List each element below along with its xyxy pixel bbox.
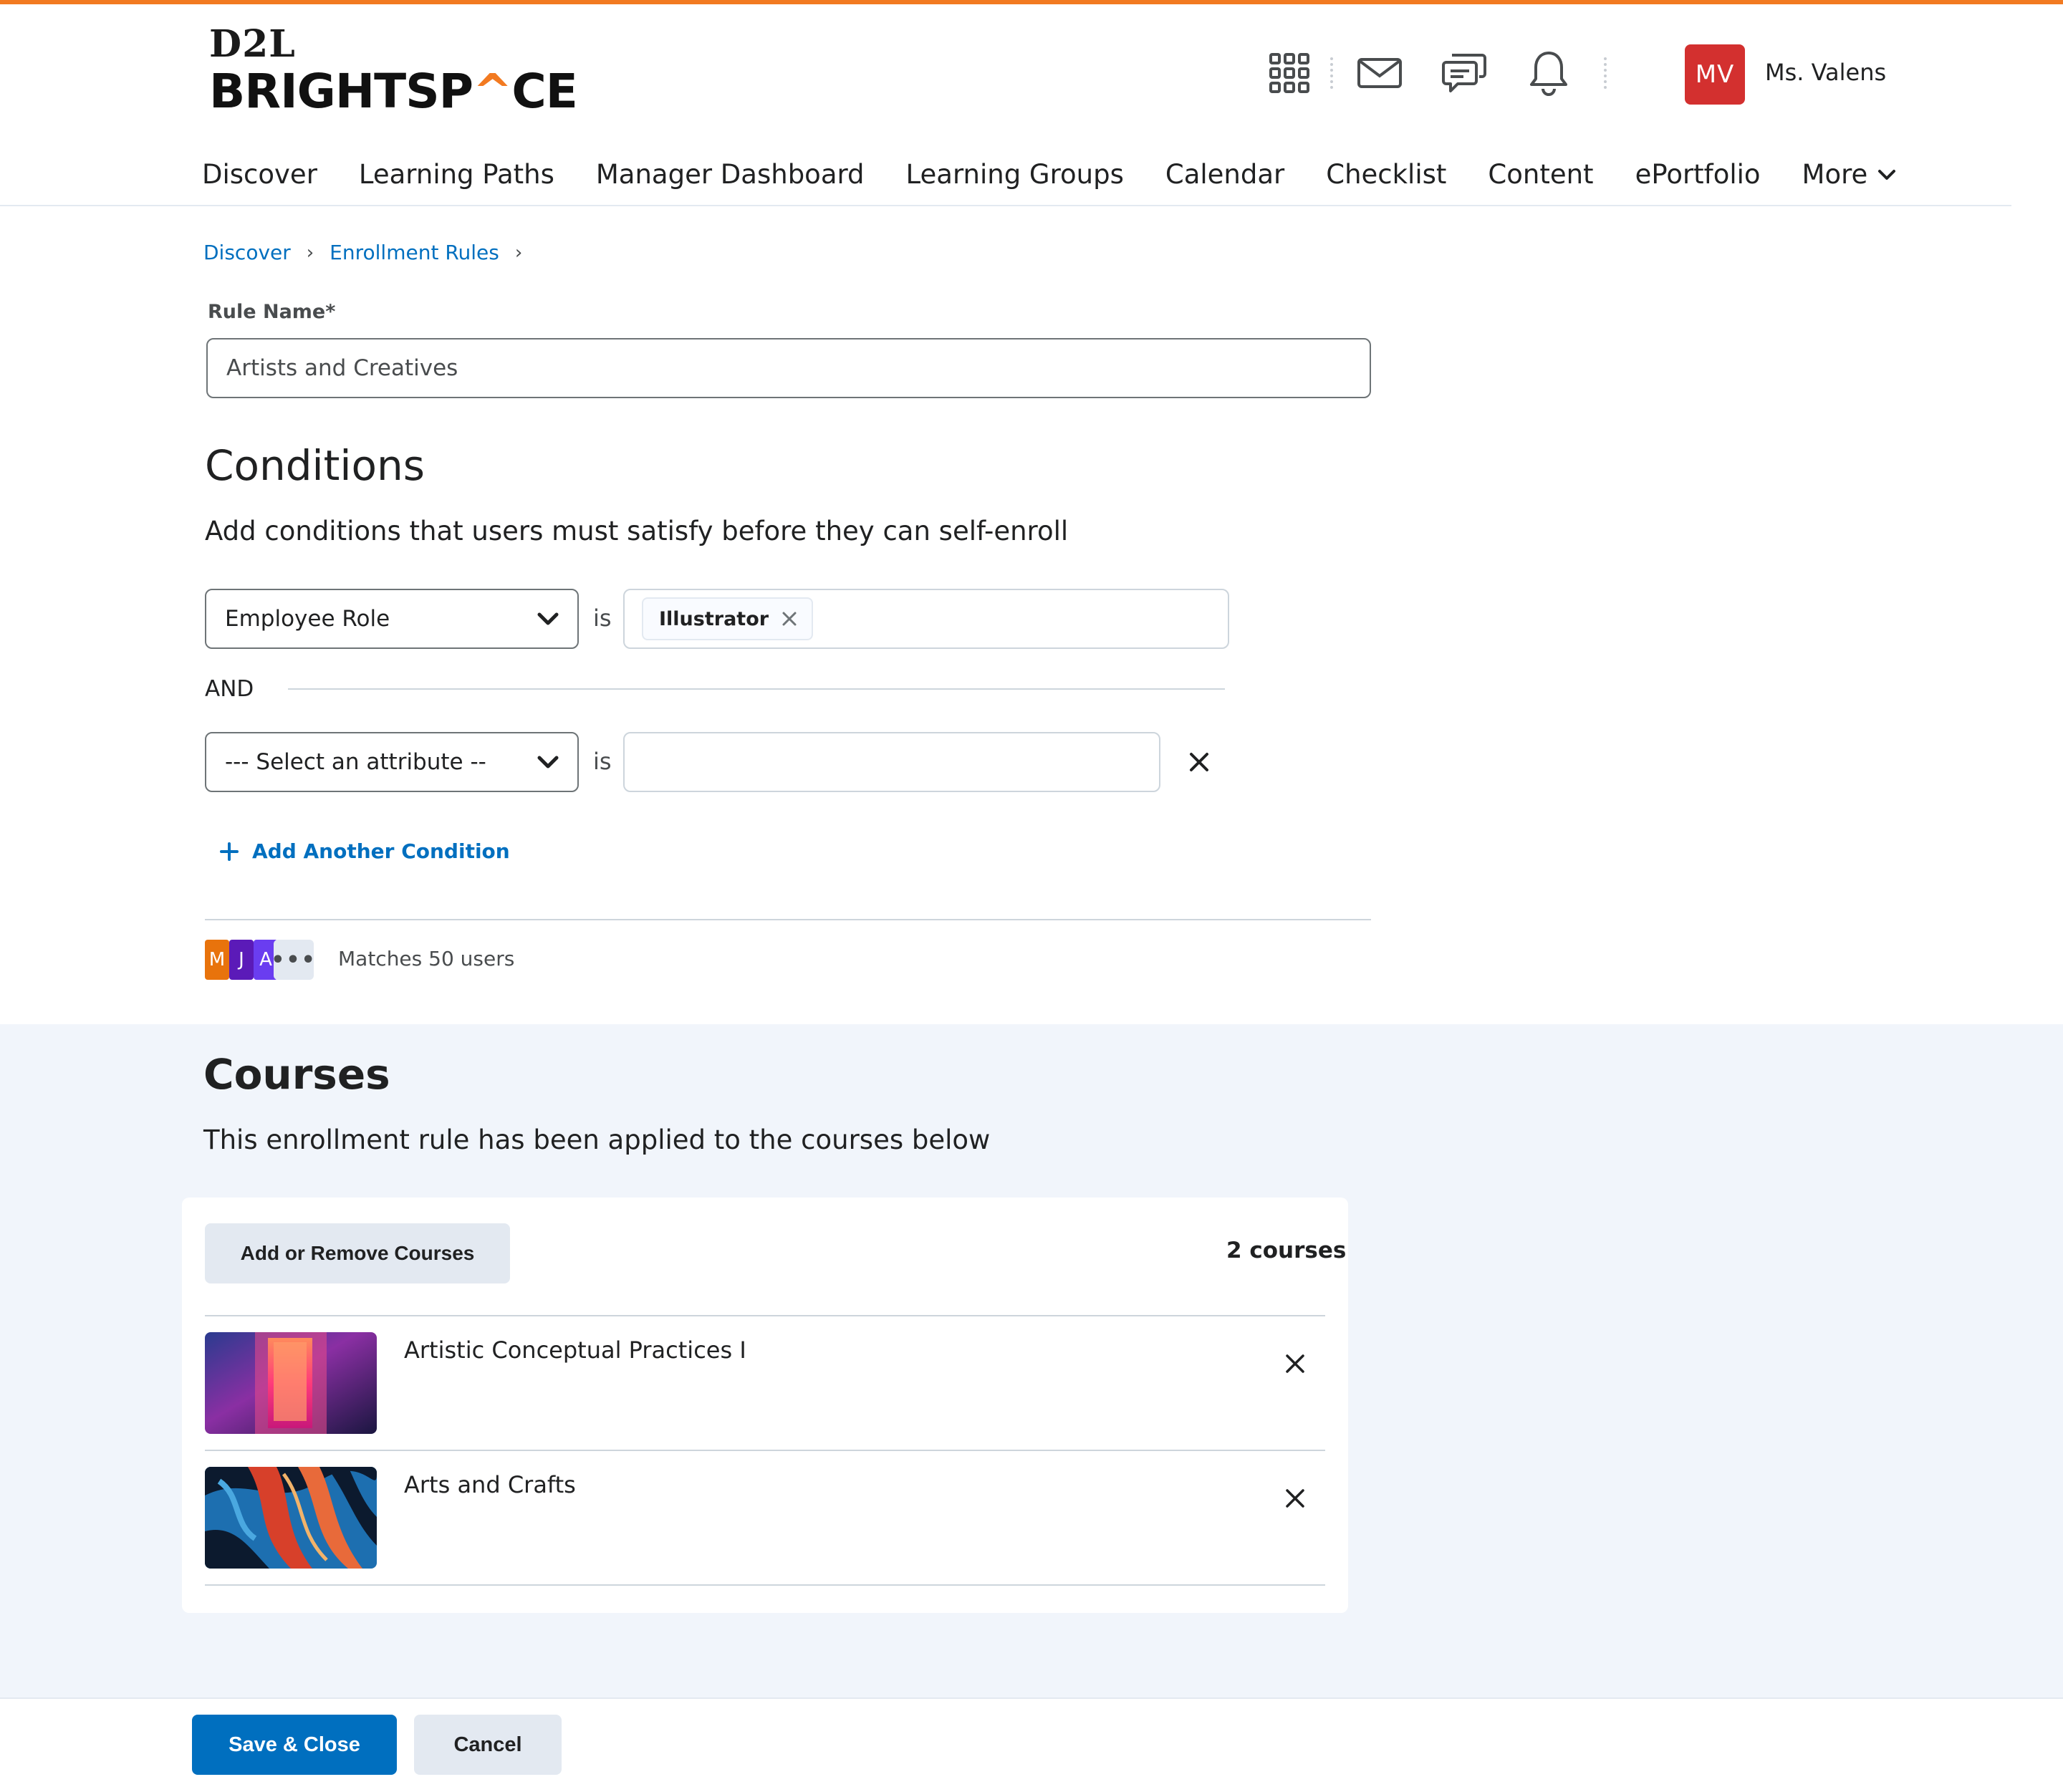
chevron-down-icon — [537, 612, 559, 625]
user-avatar[interactable]: MV — [1685, 44, 1745, 105]
value-tag-label: Illustrator — [659, 607, 769, 630]
matches-count: Matches 50 users — [338, 947, 515, 970]
course-divider — [205, 1584, 1325, 1586]
save-close-button[interactable]: Save & Close — [192, 1715, 397, 1775]
operator-label: is — [593, 748, 612, 775]
rule-name-input[interactable]: Artists and Creatives — [206, 338, 1371, 398]
avatar: M — [205, 940, 229, 980]
cancel-button[interactable]: Cancel — [414, 1715, 562, 1775]
breadcrumb-enrollment-rules[interactable]: Enrollment Rules — [330, 241, 499, 264]
and-separator: AND — [205, 676, 1225, 702]
close-icon — [1286, 1354, 1304, 1373]
logo-d2l-text: D2L — [209, 22, 296, 66]
rule-name-value: Artists and Creatives — [226, 355, 458, 381]
chevron-down-icon — [1878, 170, 1896, 180]
nav-more-label: More — [1802, 159, 1868, 190]
avatar: J — [229, 940, 254, 980]
nav-checklist[interactable]: Checklist — [1326, 153, 1446, 196]
close-icon — [1286, 1489, 1304, 1508]
mail-icon[interactable] — [1351, 44, 1408, 102]
user-name[interactable]: Ms. Valens — [1765, 59, 1886, 86]
header-divider — [1318, 44, 1345, 102]
chat-icon[interactable] — [1436, 44, 1493, 102]
matched-users-avatars[interactable]: M J A ••• — [205, 940, 315, 980]
logo-brightspace-text: BRIGHTSP^CE — [209, 64, 578, 119]
course-divider — [205, 1450, 1325, 1451]
chevron-down-icon — [537, 756, 559, 769]
value-tag: Illustrator — [642, 597, 814, 640]
and-divider-line — [288, 688, 1225, 690]
nav-learning-groups[interactable]: Learning Groups — [906, 153, 1124, 196]
close-icon — [1190, 753, 1208, 771]
d2l-brightspace-logo[interactable]: D2L BRIGHTSP^CE — [209, 22, 578, 119]
course-thumbnail — [205, 1332, 377, 1434]
attribute-select-placeholder: --- Select an attribute -- — [225, 749, 486, 775]
close-icon[interactable] — [782, 611, 797, 627]
condition-value-input-2[interactable] — [623, 732, 1160, 792]
add-condition-label: Add Another Condition — [252, 839, 510, 863]
add-remove-courses-button[interactable]: Add or Remove Courses — [205, 1223, 510, 1283]
section-divider — [205, 919, 1371, 920]
add-condition-button[interactable]: Add Another Condition — [219, 839, 510, 863]
remove-condition-button[interactable] — [1185, 748, 1213, 776]
chevron-right-icon: › — [306, 241, 314, 264]
plus-icon — [220, 842, 239, 861]
header-icons — [1261, 44, 1619, 102]
chevron-right-icon: › — [514, 241, 523, 264]
operator-label: is — [593, 604, 612, 632]
remove-course-button[interactable] — [1281, 1349, 1309, 1378]
nav-more[interactable]: More — [1802, 153, 1897, 196]
and-label: AND — [205, 676, 254, 702]
remove-course-button[interactable] — [1281, 1484, 1309, 1513]
main-nav: Discover Learning Paths Manager Dashboar… — [202, 153, 1938, 196]
nav-calendar[interactable]: Calendar — [1165, 153, 1284, 196]
attribute-select-2[interactable]: --- Select an attribute -- — [205, 732, 579, 792]
course-count: 2 courses — [1226, 1238, 1347, 1263]
nav-eportfolio[interactable]: ePortfolio — [1635, 153, 1761, 196]
attribute-select-value: Employee Role — [225, 606, 390, 632]
nav-content[interactable]: Content — [1488, 153, 1593, 196]
nav-manager-dashboard[interactable]: Manager Dashboard — [596, 153, 865, 196]
attribute-select-1[interactable]: Employee Role — [205, 589, 579, 649]
conditions-heading: Conditions — [205, 441, 425, 490]
rule-name-label: Rule Name* — [208, 301, 336, 323]
condition-value-input-1[interactable]: Illustrator — [623, 589, 1229, 649]
breadcrumb: Discover › Enrollment Rules › — [203, 241, 538, 264]
site-header: D2L BRIGHTSP^CE MV Ms. Valens Discover L… — [0, 4, 2011, 206]
breadcrumb-discover[interactable]: Discover — [203, 241, 291, 264]
more-users-icon: ••• — [271, 940, 315, 980]
nav-learning-paths[interactable]: Learning Paths — [359, 153, 554, 196]
bell-icon[interactable] — [1520, 44, 1577, 102]
course-divider — [205, 1315, 1325, 1316]
header-divider — [1592, 44, 1619, 102]
grid-icon[interactable] — [1261, 44, 1318, 102]
course-title[interactable]: Artistic Conceptual Practices I — [404, 1336, 746, 1364]
course-thumbnail — [205, 1467, 377, 1569]
conditions-description: Add conditions that users must satisfy b… — [205, 516, 1069, 546]
courses-heading: Courses — [203, 1050, 390, 1099]
course-title[interactable]: Arts and Crafts — [404, 1471, 576, 1498]
courses-description: This enrollment rule has been applied to… — [203, 1124, 991, 1155]
nav-discover[interactable]: Discover — [202, 153, 317, 196]
